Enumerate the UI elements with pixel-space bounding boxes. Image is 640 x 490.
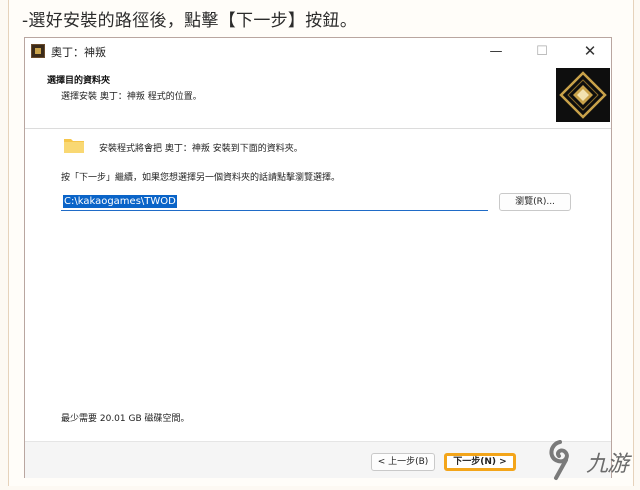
watermark-text: 九游 [586, 452, 629, 477]
instruction-caption: -選好安裝的路徑後，點擊【下一步】按鈕。 [22, 11, 358, 31]
window-title: 奧丁：神叛 [51, 46, 106, 59]
header-divider [25, 128, 611, 129]
folder-icon [63, 137, 85, 154]
close-button[interactable]: ✕ [567, 38, 613, 65]
app-icon [31, 44, 45, 58]
install-path-value[interactable]: C:\kakaogames\TWOD [63, 195, 177, 208]
next-button[interactable]: 下一步(N) > [444, 453, 516, 471]
installer-window: 奧丁：神叛 — ☐ ✕ 選擇目的資料夾 選擇安裝 奧丁：神叛 程式的位置。 安裝… [24, 37, 612, 478]
title-bar[interactable]: 奧丁：神叛 — ☐ ✕ [25, 38, 611, 65]
page-subtitle: 選擇安裝 奧丁：神叛 程式的位置。 [61, 92, 202, 102]
browse-button[interactable]: 瀏覽(R)... [499, 193, 571, 211]
instruction-text: 按「下一步」繼續，如果您想選擇另一個資料夾的話請點擊瀏覽選擇。 [61, 173, 341, 183]
maximize-button[interactable]: ☐ [519, 38, 565, 65]
folder-message: 安裝程式將會把 奧丁：神叛 安裝到下面的資料夾。 [99, 144, 303, 154]
wizard-header: 選擇目的資料夾 選擇安裝 奧丁：神叛 程式的位置。 [25, 65, 611, 126]
page-title: 選擇目的資料夾 [47, 76, 111, 86]
game-logo [556, 68, 610, 122]
wizard-footer: < 上一步(B) 下一步(N) > [25, 442, 611, 478]
disk-space-text: 最少需要 20.01 GB 磁碟空間。 [61, 414, 190, 424]
back-button[interactable]: < 上一步(B) [371, 453, 435, 471]
minimize-button[interactable]: — [473, 38, 519, 65]
